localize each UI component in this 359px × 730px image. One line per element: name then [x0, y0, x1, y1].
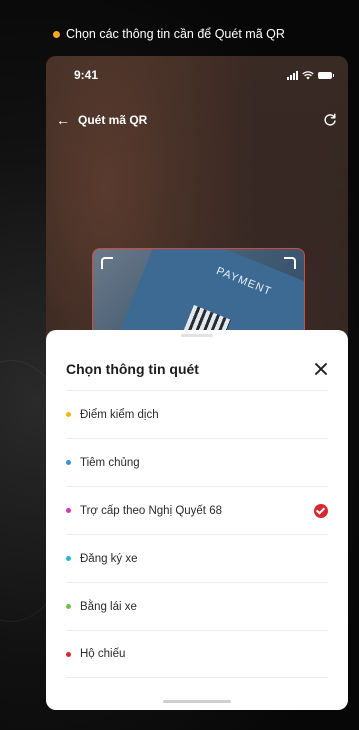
caption-text: Chọn các thông tin cần để Quét mã QR [66, 27, 285, 41]
close-icon[interactable] [314, 362, 328, 376]
phone-screen: 9:41 ← Quét mã QR PAYMENT Chọn thông tin… [46, 56, 348, 710]
home-indicator [163, 700, 231, 703]
checkmark-icon [314, 504, 328, 518]
sheet-header: Chọn thông tin quét [66, 358, 328, 380]
list-item-bang-lai-xe[interactable]: Bằng lái xe [66, 582, 328, 630]
signal-icon [287, 70, 298, 80]
refresh-icon[interactable] [322, 112, 338, 128]
bullet-icon [66, 604, 71, 609]
battery-icon [318, 71, 334, 79]
bullet-icon [66, 651, 71, 657]
list-item-label: Trợ cấp theo Nghị Quyết 68 [80, 504, 222, 517]
bullet-icon [66, 460, 71, 465]
back-arrow-icon[interactable]: ← [56, 112, 74, 128]
list-item-label: Tiêm chủng [80, 456, 140, 469]
bottom-sheet: Chọn thông tin quét Điểm kiểm dịch Tiêm … [46, 330, 348, 710]
list-item-label: Đăng ký xe [80, 552, 138, 565]
list-item-tro-cap[interactable]: Trợ cấp theo Nghị Quyết 68 [66, 486, 328, 534]
frame-corner-icon [101, 257, 113, 269]
sheet-drag-handle[interactable] [181, 334, 213, 337]
status-time: 9:41 [74, 68, 99, 82]
app-header: ← Quét mã QR [46, 108, 348, 132]
page-title: Quét mã QR [78, 113, 148, 127]
list-item-diem-kiem-dich[interactable]: Điểm kiểm dịch [66, 390, 328, 438]
sheet-title: Chọn thông tin quét [66, 361, 199, 377]
list-item-label: Điểm kiểm dịch [80, 408, 159, 421]
status-icons [287, 70, 334, 80]
list-item-dang-ky-xe[interactable]: Đăng ký xe [66, 534, 328, 582]
bullet-icon [66, 412, 71, 417]
list-item-tiem-chung[interactable]: Tiêm chủng [66, 438, 328, 486]
wifi-icon [302, 70, 314, 79]
status-bar: 9:41 [46, 64, 348, 86]
list-item-label: Bằng lái xe [80, 600, 137, 613]
caption-bullet-icon [53, 30, 60, 38]
option-list: Điểm kiểm dịch Tiêm chủng Trợ cấp theo N… [66, 390, 328, 678]
bullet-icon [66, 556, 71, 561]
bullet-icon [66, 508, 71, 513]
frame-corner-icon [284, 257, 296, 269]
list-item-label: Hộ chiếu [80, 648, 126, 660]
caption: Chọn các thông tin cần để Quét mã QR [53, 24, 285, 44]
list-item-ho-chieu[interactable]: Hộ chiếu [66, 630, 328, 678]
